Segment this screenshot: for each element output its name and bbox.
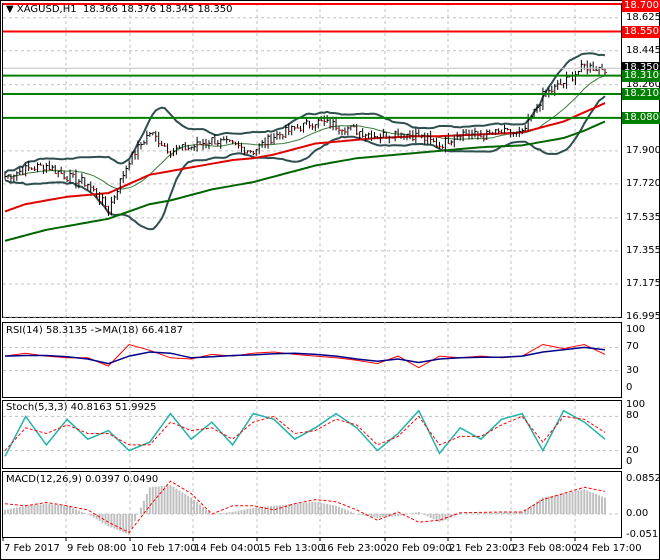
- time-axis-label: 23 Feb 08:00: [512, 543, 578, 554]
- time-axis-label: 15 Feb 13:00: [258, 543, 324, 554]
- resistance-level-tag: 18.700: [622, 0, 660, 12]
- stoch-axis-label: 0: [626, 456, 633, 467]
- macd-axis-label: 0.0852: [626, 473, 660, 484]
- price-axis-label: 16.995: [626, 311, 660, 322]
- stoch-axis-label: 100: [626, 399, 646, 410]
- macd-axis-label: -0.0511: [626, 529, 660, 540]
- resistance-level-tag: 18.550: [622, 25, 660, 38]
- time-axis-label: 24 Feb 17:00: [576, 543, 642, 554]
- rsi-axis-label: 0: [626, 382, 633, 393]
- rsi-axis-label: 70: [626, 341, 639, 353]
- bollinger-lower-band: [4, 95, 606, 231]
- dropdown-triangle-icon[interactable]: ▼: [6, 4, 14, 15]
- price-axis-label: 17.720: [626, 177, 660, 189]
- price-axis-label: 17.535: [626, 211, 660, 223]
- support-level-tag: 18.080: [622, 111, 660, 124]
- stoch-title: Stoch(5,3,3) 40.8163 51.9925: [6, 402, 157, 413]
- rsi-axis-label: 30: [626, 364, 639, 376]
- time-axis-label: 9 Feb 08:00: [67, 543, 127, 554]
- support-level-tag: 18.310: [622, 69, 660, 82]
- price-axis-label: 17.175: [626, 277, 660, 289]
- support-level-tag: 18.210: [622, 87, 660, 100]
- price-axis-label: 17.355: [626, 244, 660, 256]
- time-axis-label: 14 Feb 04:00: [194, 543, 260, 554]
- bollinger-upper-band: [4, 52, 606, 174]
- price-axis-label: 17.900: [626, 144, 660, 156]
- symbol-label: XAGUSD,H1: [16, 4, 77, 15]
- chart-header: ▼ XAGUSD,H1 18.366 18.376 18.345 18.350: [6, 4, 232, 15]
- macd-axis-label: 0.00: [626, 508, 649, 519]
- macd-signal-line: [4, 480, 606, 534]
- price-axis-label: 18.625: [626, 11, 660, 23]
- trading-chart[interactable]: ▼ XAGUSD,H1 18.366 18.376 18.345 18.350 …: [0, 0, 660, 560]
- stoch-axis-label: 20: [626, 444, 639, 456]
- time-axis-label: 20 Feb 09:00: [386, 543, 452, 554]
- stoch-main-line: [4, 409, 606, 457]
- ohlc-values: 18.366 18.376 18.345 18.350: [82, 4, 233, 15]
- moving-average-slow: [4, 120, 606, 242]
- time-axis-label: 21 Feb 23:00: [449, 543, 515, 554]
- time-axis-label: 16 Feb 23:00: [321, 543, 387, 554]
- stoch-axis-label: 80: [626, 410, 639, 422]
- time-axis-label: 7 Feb 2017: [4, 543, 60, 554]
- price-axis-label: 18.445: [626, 44, 660, 56]
- rsi-axis-label: 100: [626, 324, 646, 335]
- rsi-title: RSI(14) 58.3135 ->MA(18) 66.4187: [6, 325, 183, 336]
- time-axis-label: 10 Feb 17:00: [131, 543, 197, 554]
- macd-title: MACD(12,26,9) 0.0397 0.0490: [6, 474, 159, 485]
